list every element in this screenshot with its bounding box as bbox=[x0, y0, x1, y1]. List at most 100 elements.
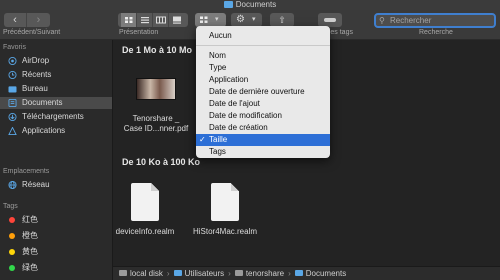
search-input[interactable] bbox=[390, 15, 490, 26]
action-button[interactable]: ⚙ ▾ bbox=[231, 13, 262, 27]
column-view-button[interactable] bbox=[153, 13, 169, 27]
menu-item-date-added[interactable]: Date de l'ajout bbox=[196, 98, 330, 110]
menu-item-date-modified[interactable]: Date de modification bbox=[196, 110, 330, 122]
document-icon bbox=[131, 183, 159, 221]
chevron-down-icon: ▾ bbox=[215, 16, 219, 23]
search-field[interactable]: ⚲ bbox=[374, 13, 496, 28]
back-button[interactable]: ‹ bbox=[4, 13, 27, 27]
menu-item-label: Date de dernière ouverture bbox=[209, 87, 305, 96]
sidebar-tag-green[interactable]: 绿色 bbox=[0, 262, 112, 274]
icon-view-button[interactable] bbox=[121, 13, 137, 27]
sidebar-item-downloads[interactable]: Téléchargements bbox=[0, 111, 112, 123]
share-icon: ⇧ bbox=[278, 15, 286, 25]
sidebar-item-applications[interactable]: Applications bbox=[0, 125, 112, 137]
nav-label: Précédent/Suivant bbox=[3, 29, 61, 36]
title-bar: Documents bbox=[0, 0, 500, 10]
file-name-line: Tenorshare _ bbox=[132, 114, 180, 123]
presentation-label: Présentation bbox=[119, 29, 159, 36]
path-separator: › bbox=[166, 269, 170, 278]
menu-item-label: Application bbox=[209, 75, 249, 84]
path-segment[interactable]: tenorshare bbox=[234, 269, 285, 278]
sidebar-item-label: Téléchargements bbox=[22, 112, 84, 121]
tag-color-dot bbox=[9, 265, 15, 271]
nav-buttons: ‹ › bbox=[4, 13, 50, 27]
desktop-folder-icon bbox=[8, 86, 17, 93]
sidebar-tag-yellow[interactable]: 黄色 bbox=[0, 246, 112, 258]
file-name: HiStor4Mac.realm bbox=[192, 227, 257, 236]
sidebar: Favoris AirDrop Récents Bureau Documents… bbox=[0, 40, 113, 280]
sidebar-item-airdrop[interactable]: AirDrop bbox=[0, 55, 112, 67]
menu-item-label: Type bbox=[209, 63, 227, 72]
section-header: De 10 Ko à 100 Ko bbox=[122, 157, 201, 167]
file-name: Tenorshare _ Case ID...nner.pdf bbox=[116, 114, 196, 134]
sidebar-item-label: 红色 bbox=[22, 215, 38, 224]
sidebar-tag-red[interactable]: 红色 bbox=[0, 214, 112, 226]
menu-item-name[interactable]: Nom bbox=[196, 50, 330, 62]
sidebar-item-label: Documents bbox=[22, 98, 63, 107]
tags-button[interactable] bbox=[318, 13, 342, 27]
menu-item-none[interactable]: Aucun bbox=[196, 30, 330, 42]
menu-item-application[interactable]: Application bbox=[196, 74, 330, 86]
sort-by-menu: Aucun Nom Type Application Date de derni… bbox=[196, 26, 330, 158]
tag-color-dot bbox=[9, 233, 15, 239]
locations-header: Emplacements bbox=[3, 168, 50, 175]
sidebar-item-documents[interactable]: Documents bbox=[0, 97, 112, 109]
menu-item-kind[interactable]: Type bbox=[196, 62, 330, 74]
gallery-view-icon bbox=[173, 16, 181, 24]
share-button[interactable]: ⇧ bbox=[270, 13, 294, 27]
sidebar-item-label: Réseau bbox=[22, 180, 50, 189]
tag-icon bbox=[324, 18, 336, 22]
sidebar-item-label: 黄色 bbox=[22, 247, 38, 256]
file-name: deviceInfo.realm bbox=[115, 227, 175, 236]
menu-item-label: Date de modification bbox=[209, 111, 282, 120]
section-header: De 1 Mo à 10 Mo bbox=[122, 45, 193, 55]
file-item[interactable]: HiStor4Mac.realm bbox=[185, 183, 265, 237]
sidebar-item-desktop[interactable]: Bureau bbox=[0, 83, 112, 95]
list-view-icon bbox=[141, 17, 149, 24]
disk-icon bbox=[119, 270, 127, 276]
group-sort-button[interactable]: ▾ bbox=[195, 13, 226, 27]
path-segment[interactable]: Utilisateurs bbox=[173, 269, 225, 278]
menu-item-label: Date de création bbox=[209, 123, 268, 132]
menu-item-size[interactable]: ✓ Taille bbox=[196, 134, 330, 146]
menu-item-date-last-opened[interactable]: Date de dernière ouverture bbox=[196, 86, 330, 98]
menu-item-date-created[interactable]: Date de création bbox=[196, 122, 330, 134]
forward-arrow-icon: › bbox=[36, 14, 41, 26]
tags-header: Tags bbox=[3, 203, 18, 210]
menu-item-label: Tags bbox=[209, 147, 226, 156]
menu-item-label: Date de l'ajout bbox=[209, 99, 260, 108]
column-view-icon bbox=[156, 16, 166, 24]
documents-folder-icon bbox=[8, 99, 17, 107]
list-view-button[interactable] bbox=[137, 13, 153, 27]
sidebar-item-network[interactable]: Réseau bbox=[0, 179, 112, 191]
path-segment[interactable]: local disk bbox=[119, 269, 163, 278]
file-item[interactable]: Tenorshare _ Case ID...nner.pdf bbox=[116, 78, 196, 134]
path-segment[interactable]: Documents bbox=[294, 269, 346, 278]
view-switcher bbox=[118, 13, 188, 27]
window-title: Documents bbox=[0, 0, 500, 10]
pdf-thumbnail bbox=[136, 78, 176, 100]
applications-icon bbox=[8, 127, 17, 135]
document-icon bbox=[211, 183, 239, 221]
folder-icon bbox=[294, 270, 303, 276]
path-separator: › bbox=[228, 269, 231, 278]
path-segment-label: Utilisateurs bbox=[184, 269, 225, 278]
file-item[interactable]: deviceInfo.realm bbox=[105, 183, 185, 237]
network-icon bbox=[8, 181, 17, 189]
menu-item-tags[interactable]: Tags bbox=[196, 146, 330, 158]
downloads-icon bbox=[8, 113, 17, 121]
path-segment-label: tenorshare bbox=[245, 269, 285, 278]
gallery-view-button[interactable] bbox=[169, 13, 185, 27]
tag-color-dot bbox=[9, 217, 15, 223]
menu-item-label: Taille bbox=[209, 135, 228, 144]
finder-window: Documents ‹ › Précédent/Suivant Présenta… bbox=[0, 0, 500, 280]
home-icon bbox=[234, 270, 243, 276]
sidebar-item-label: Récents bbox=[22, 70, 52, 79]
checkmark-icon: ✓ bbox=[199, 135, 206, 144]
sidebar-item-label: Bureau bbox=[22, 84, 48, 93]
sidebar-item-label: 橙色 bbox=[22, 231, 38, 240]
folder-icon bbox=[223, 1, 233, 8]
forward-button[interactable]: › bbox=[27, 13, 50, 27]
sidebar-tag-orange[interactable]: 橙色 bbox=[0, 230, 112, 242]
sidebar-item-recents[interactable]: Récents bbox=[0, 69, 112, 81]
